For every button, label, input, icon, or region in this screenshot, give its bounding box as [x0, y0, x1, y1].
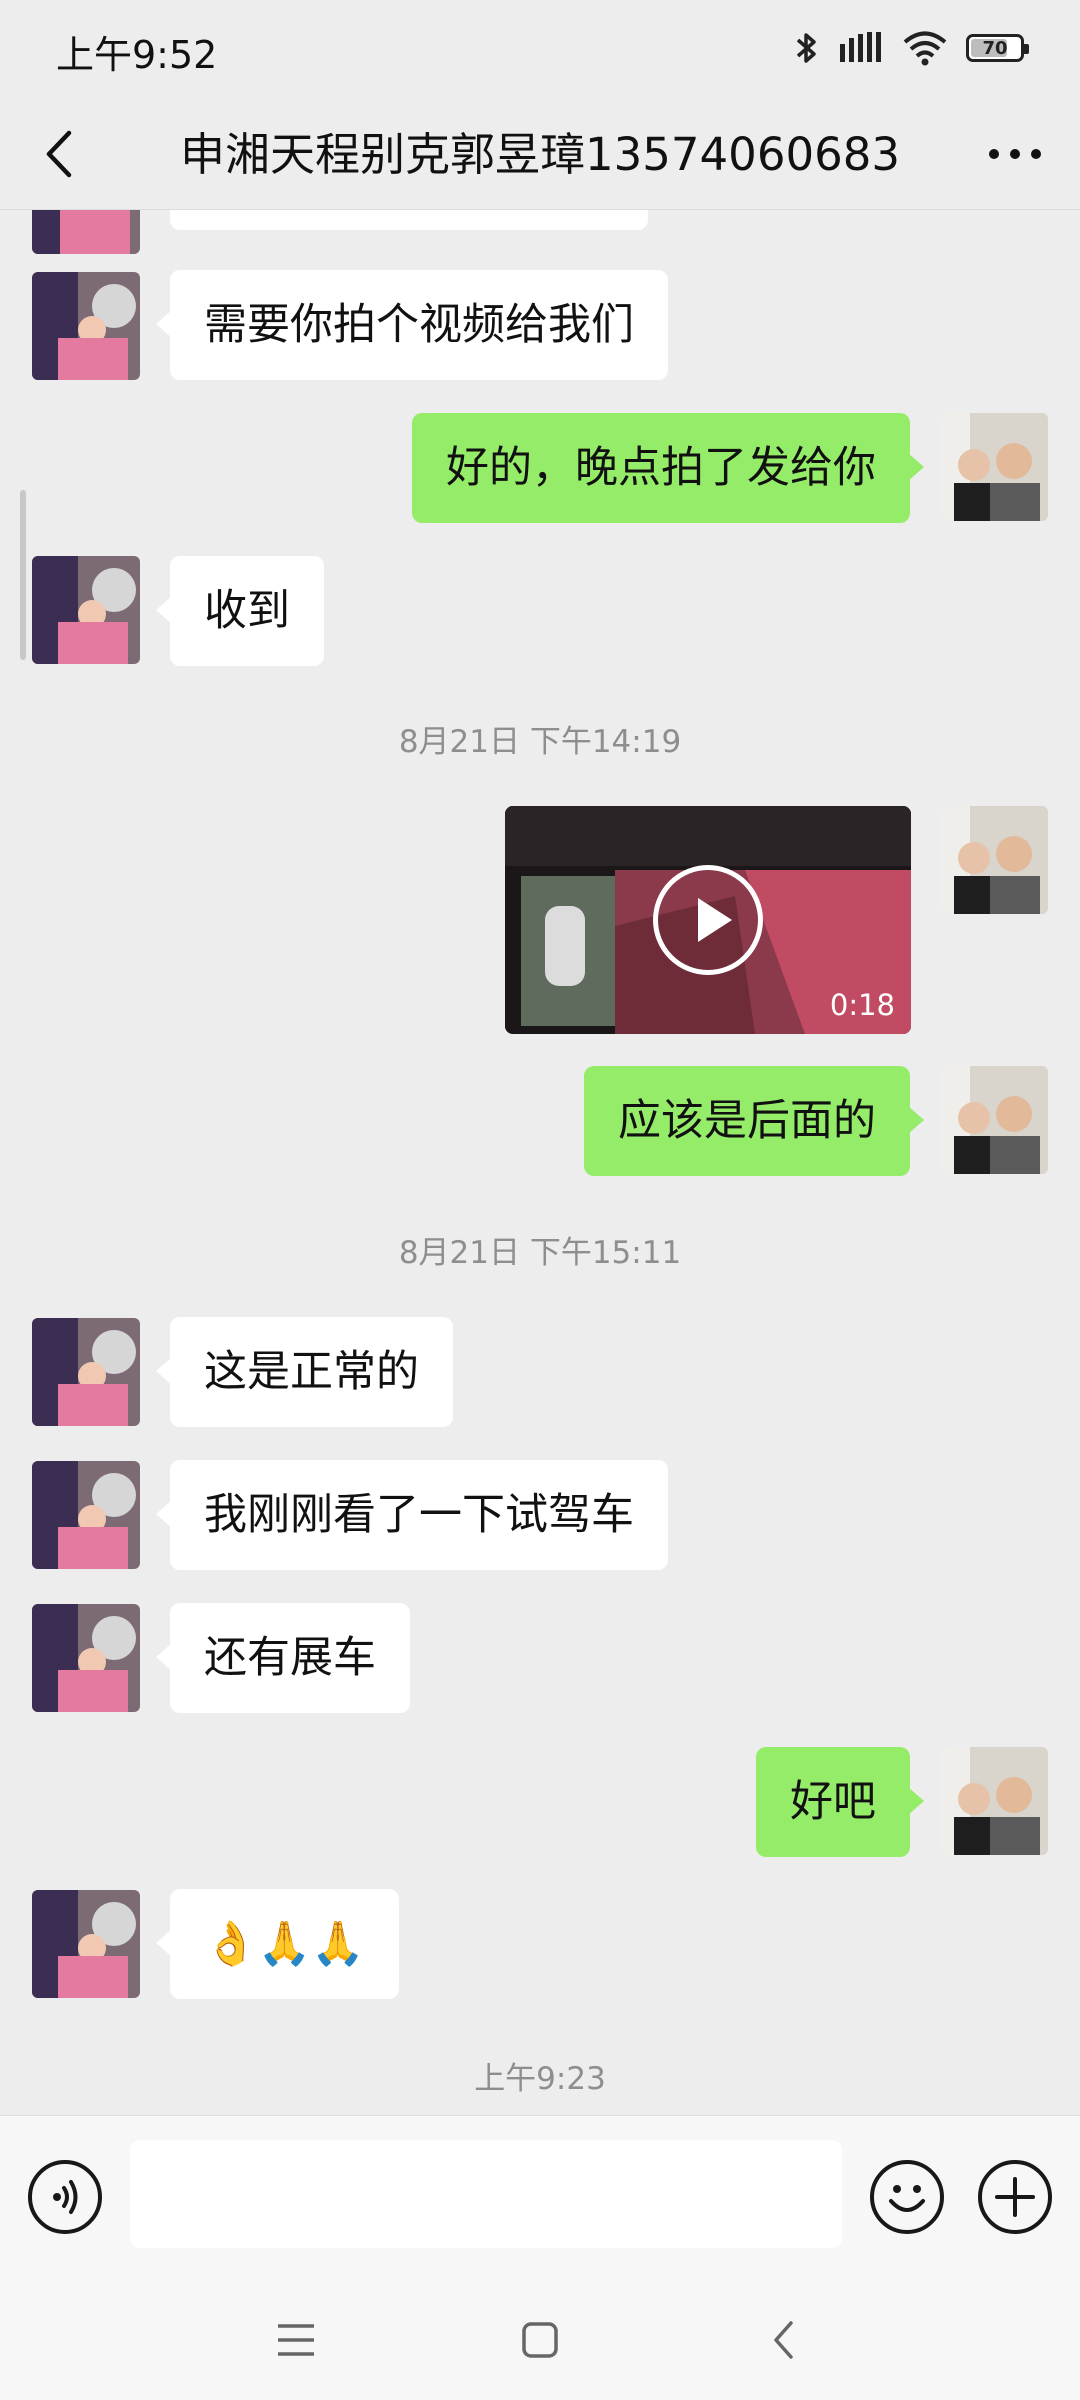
message-bubble[interactable]: 好的，晚点拍了发给你 — [412, 413, 924, 523]
status-bar: 上午9:52 70 — [0, 0, 1080, 96]
timestamp: 8月21日 下午15:11 — [398, 1235, 682, 1271]
battery-level: 70 — [982, 37, 1008, 59]
emoji-icon — [889, 2185, 925, 2212]
menu-icon — [278, 2324, 314, 2356]
message-bubble[interactable]: 需要你拍个视频给我们 — [156, 270, 668, 380]
message-bubble[interactable]: 收到 — [156, 556, 324, 666]
contact-avatar[interactable] — [32, 1318, 140, 1426]
message-bubble[interactable]: 这是正常的 — [156, 1317, 453, 1427]
chat-area[interactable]: 需要你拍个视频给我们 好的，晚点拍了发给你 收到 8月21日 下午14:19 0… — [0, 210, 1080, 2115]
home-button[interactable] — [510, 2310, 570, 2370]
plus-icon — [995, 2177, 1035, 2217]
back-icon — [774, 2321, 793, 2359]
my-avatar[interactable] — [940, 806, 1048, 914]
message-bubble[interactable]: 我刚刚看了一下试驾车 — [156, 1460, 668, 1570]
wifi-icon — [903, 31, 947, 66]
back-button[interactable] — [30, 124, 90, 184]
play-icon[interactable] — [653, 865, 763, 975]
plus-button[interactable] — [978, 2160, 1052, 2234]
message-bubble[interactable]: 还有展车 — [156, 1603, 410, 1713]
menu-button[interactable] — [266, 2310, 326, 2370]
timestamp: 上午9:23 — [474, 2061, 606, 2097]
scroll-indicator[interactable] — [20, 490, 26, 660]
chat-title: 申湘天程别克郭昱璋13574060683 — [180, 128, 900, 181]
contact-avatar[interactable] — [32, 1604, 140, 1712]
chevron-left-icon — [46, 130, 72, 178]
message-bubble[interactable]: 好吧 — [756, 1747, 924, 1857]
message-bubble[interactable]: 👌🙏🙏 — [156, 1889, 399, 1999]
voice-icon — [53, 2180, 78, 2214]
signal-icon — [840, 32, 881, 62]
home-icon — [522, 2322, 558, 2358]
more-icon — [989, 149, 1041, 159]
emoji-button[interactable] — [870, 2160, 944, 2234]
my-avatar[interactable] — [940, 1066, 1048, 1174]
contact-avatar[interactable] — [32, 272, 140, 380]
status-icons: 70 — [794, 28, 1029, 68]
back-nav-button[interactable] — [754, 2310, 814, 2370]
chat-header: 申湘天程别克郭昱璋13574060683 — [0, 96, 1080, 210]
contact-avatar[interactable] — [32, 556, 140, 664]
video-message[interactable]: 0:18 — [505, 806, 911, 1034]
video-duration: 0:18 — [829, 988, 895, 1022]
navigation-bar — [0, 2280, 1080, 2400]
my-avatar[interactable] — [940, 1747, 1048, 1855]
bluetooth-icon — [796, 33, 816, 63]
voice-button[interactable] — [28, 2160, 102, 2234]
input-bar — [0, 2115, 1080, 2280]
message-input[interactable] — [130, 2140, 842, 2248]
my-avatar[interactable] — [940, 413, 1048, 521]
status-time: 上午9:52 — [56, 33, 218, 77]
contact-avatar[interactable] — [32, 210, 140, 254]
more-button[interactable] — [980, 124, 1050, 184]
timestamp: 8月21日 下午14:19 — [398, 724, 682, 760]
contact-avatar[interactable] — [32, 1890, 140, 1998]
message-bubble[interactable]: 应该是后面的 — [584, 1066, 924, 1176]
battery-icon: 70 — [966, 34, 1029, 62]
contact-avatar[interactable] — [32, 1461, 140, 1569]
message-bubble[interactable] — [170, 210, 648, 230]
